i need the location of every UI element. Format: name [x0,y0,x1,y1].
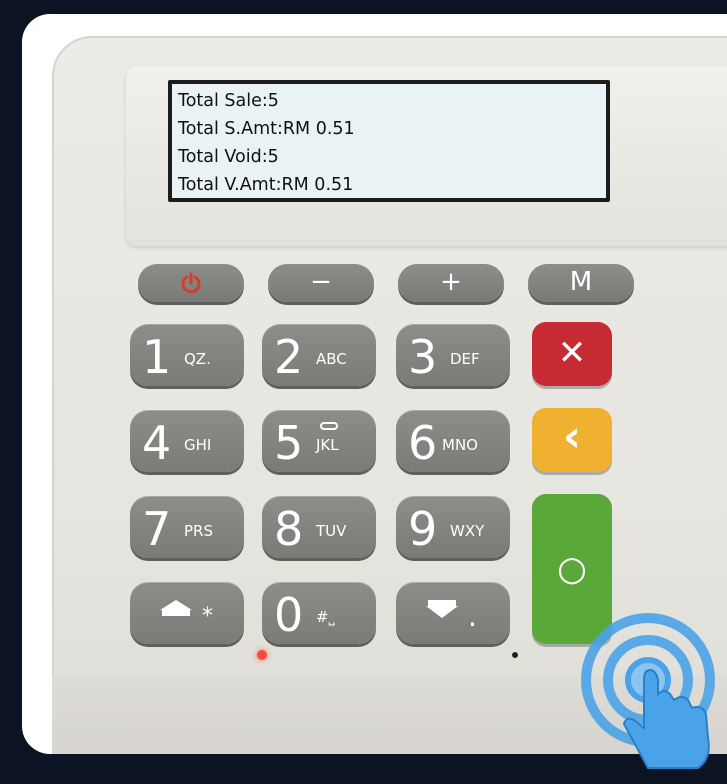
key-2-digit: 2 [274,330,304,384]
key-7-digit: 7 [142,502,172,556]
status-led [257,650,267,660]
menu-button[interactable]: M [528,264,634,302]
key-6-digit: 6 [408,416,438,470]
key-up-symbol: * [202,604,213,629]
key-5[interactable]: 5 JKL [262,410,376,472]
power-icon [181,272,201,294]
lcd-screen: Total Sale:5 Total S.Amt:RM 0.51 Total V… [168,80,610,202]
key-0[interactable]: 0 #⎵ [262,582,376,644]
power-button[interactable] [138,264,244,302]
screen-line-total-sale-amount: Total S.Amt:RM 0.51 [178,119,355,139]
screen-line-total-void: Total Void:5 [178,147,279,167]
key-3-letters: DEF [450,350,480,368]
key-1-letters: QZ. [184,350,211,368]
tap-gesture-icon [581,613,715,769]
key-down-symbol: . [468,600,477,633]
key-down[interactable]: . [396,582,510,644]
key-9-digit: 9 [408,502,438,556]
key-8[interactable]: 8 TUV [262,496,376,558]
screen-line-total-void-amount: Total V.Amt:RM 0.51 [178,175,354,195]
back-button[interactable]: ‹ [532,408,612,472]
key-2-letters: ABC [316,350,347,368]
minus-button[interactable]: − [268,264,374,302]
key-4-digit: 4 [142,416,172,470]
key-8-letters: TUV [316,522,347,540]
key-3[interactable]: 3 DEF [396,324,510,386]
plus-button[interactable]: + [398,264,504,302]
tactile-bump-icon [320,422,338,430]
key-3-digit: 3 [408,330,438,384]
key-9[interactable]: 9 WXY [396,496,510,558]
key-7[interactable]: 7 PRS [130,496,244,558]
key-4-letters: GHI [184,436,212,454]
key-5-letters: JKL [316,436,339,454]
key-9-letters: WXY [450,522,485,540]
key-8-digit: 8 [274,502,304,556]
key-up[interactable]: * [130,582,244,644]
key-2[interactable]: 2 ABC [262,324,376,386]
key-4[interactable]: 4 GHI [130,410,244,472]
microphone-hole [512,652,518,658]
arrow-down-icon [426,600,458,618]
cancel-button[interactable]: ✕ [532,322,612,386]
key-1-digit: 1 [142,330,172,384]
key-5-digit: 5 [274,416,304,470]
key-0-symbols: #⎵ [316,608,335,626]
key-7-letters: PRS [184,522,213,540]
key-6-letters: MNO [442,436,478,454]
arrow-up-icon [160,600,192,616]
screen-line-total-sale: Total Sale:5 [178,91,279,111]
key-1[interactable]: 1 QZ. [130,324,244,386]
key-6[interactable]: 6 MNO [396,410,510,472]
key-0-digit: 0 [274,588,304,642]
